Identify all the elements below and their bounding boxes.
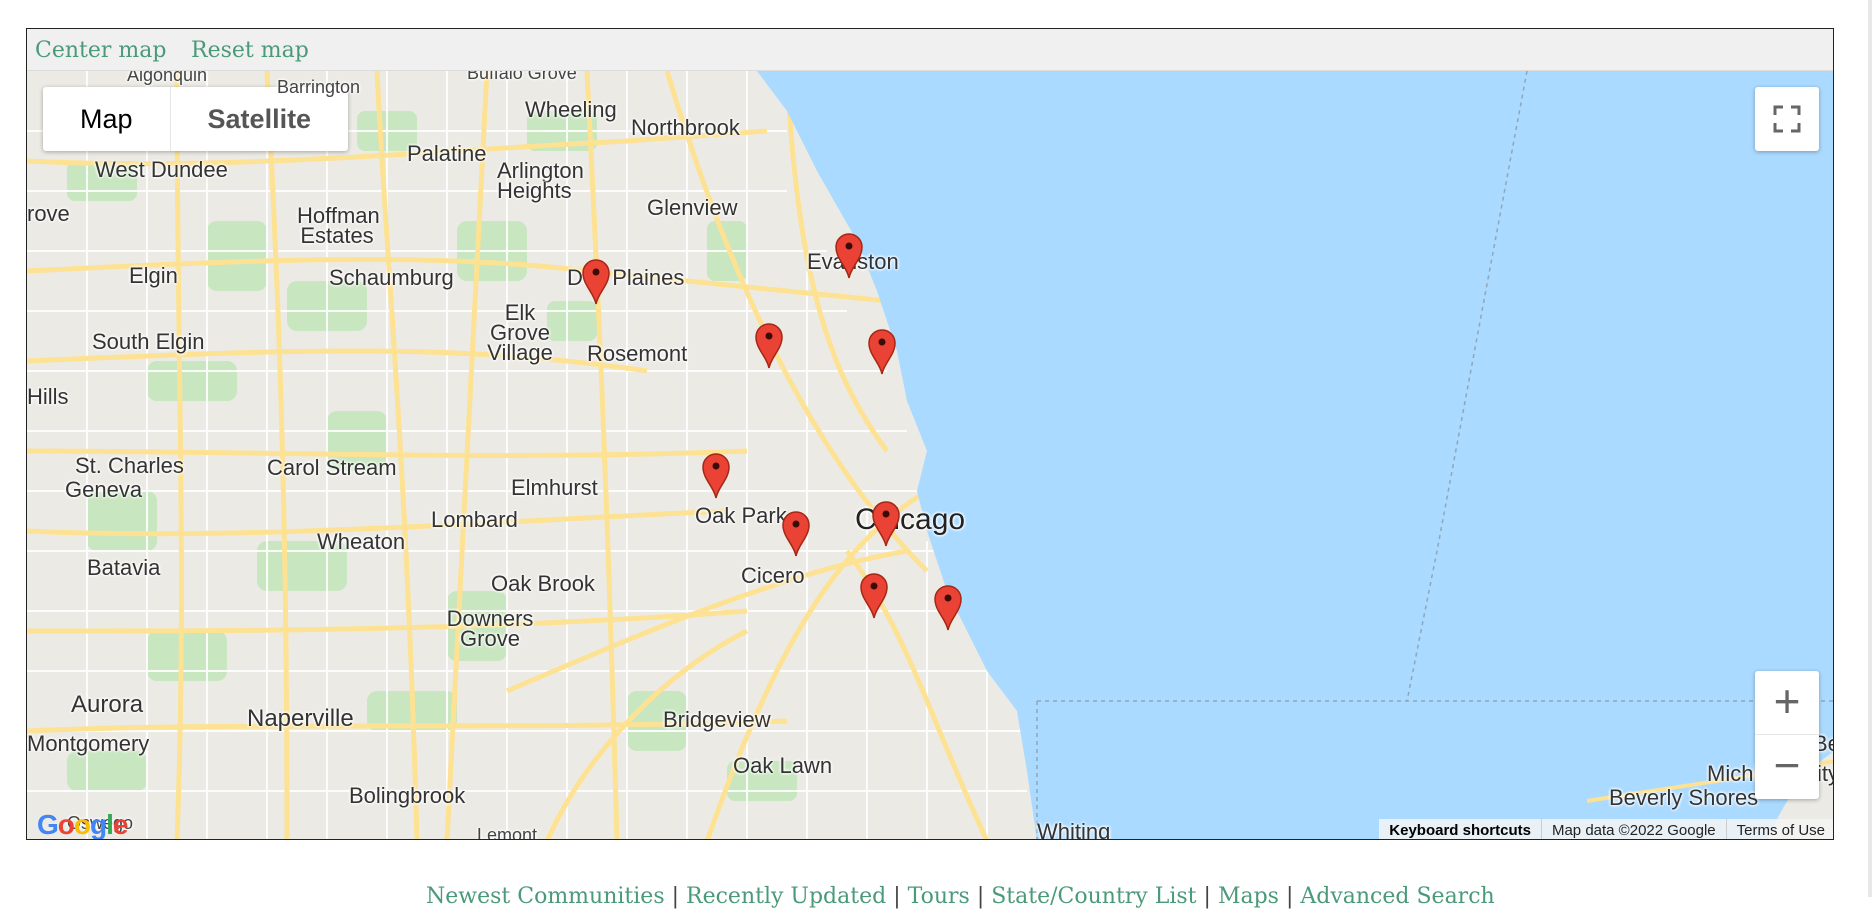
map-marker[interactable] [754, 321, 784, 369]
zoom-out-button[interactable]: − [1755, 735, 1819, 799]
map-label: South Elgin [92, 329, 205, 354]
map-label: Elgin [129, 263, 178, 288]
map-label: Barrington [277, 77, 361, 97]
map-label: Wheaton [317, 529, 406, 554]
map-data-text: Map data ©2022 Google [1540, 819, 1726, 839]
map-toolbar: Center map Reset map [27, 29, 1833, 71]
map-label: Lombard [431, 507, 518, 532]
map-label: Wheeling [525, 97, 617, 122]
map-label: Cicero [741, 563, 805, 588]
center-map-link[interactable]: Center map [35, 38, 166, 63]
map-label: rove [27, 201, 70, 226]
map-marker[interactable] [871, 499, 901, 547]
map-marker[interactable] [701, 451, 731, 499]
map-label: Whiting [1037, 819, 1111, 840]
map-label: Oak Lawn [733, 753, 833, 778]
map-marker[interactable] [867, 327, 897, 375]
map-label: Downers Grove [446, 606, 534, 651]
map-label: Arlington Heights [497, 158, 584, 203]
fullscreen-icon [1773, 105, 1801, 133]
map-label: Geneva [65, 477, 143, 502]
zoom-in-button[interactable]: + [1755, 671, 1819, 735]
map-label: Montgomery [27, 731, 150, 756]
map-marker[interactable] [933, 583, 963, 631]
map-label: Carol Stream [267, 455, 397, 480]
map-label: Buffalo Grove [467, 71, 577, 83]
map-marker[interactable] [781, 509, 811, 557]
map-button[interactable]: Map [43, 87, 171, 151]
map-label: Elk Grove Village [487, 300, 553, 365]
reset-map-link[interactable]: Reset map [191, 38, 309, 63]
map-frame: Center map Reset map Map Satellite Algon… [26, 28, 1834, 840]
map-label: Schaumburg [329, 265, 454, 290]
page-scrollbar[interactable] [1868, 0, 1872, 897]
google-logo: Google [37, 809, 128, 840]
map-canvas[interactable]: Map Satellite Algonquin Barrington Buffa… [27, 71, 1833, 840]
map-marker[interactable] [859, 571, 889, 619]
map-attribution: Keyboard shortcuts Map data ©2022 Google… [1379, 819, 1833, 839]
map-label: Hoffman Estates [297, 203, 380, 248]
map-label: Naperville [247, 705, 354, 732]
map-label: Northbrook [631, 115, 740, 140]
map-label: Aurora [71, 691, 144, 718]
fullscreen-button[interactable] [1755, 87, 1819, 151]
map-label: St. Charles [75, 453, 184, 478]
map-label: Elmhurst [511, 475, 598, 500]
map-label: Lemont [477, 825, 538, 840]
map-label: West Dundee [95, 157, 228, 182]
zoom-control: + − [1755, 671, 1819, 799]
map-label: Beverly Shores [1609, 785, 1759, 810]
terms-of-use-link[interactable]: Terms of Use [1725, 819, 1833, 839]
map-label: Palatine [407, 141, 487, 166]
map-label: Glenview [647, 195, 738, 220]
map-label: Algonquin [127, 71, 208, 85]
map-label: Oak Park [695, 503, 787, 528]
map-label: Bolingbrook [349, 783, 466, 808]
map-label: Batavia [87, 555, 161, 580]
map-label: Rosemont [587, 341, 688, 366]
map-label: Oak Brook [491, 571, 595, 596]
map-label: Bridgeview [663, 707, 771, 732]
map-marker[interactable] [834, 231, 864, 279]
map-marker[interactable] [581, 257, 611, 305]
map-label: Hills [27, 384, 69, 409]
keyboard-shortcuts-button[interactable]: Keyboard shortcuts [1379, 819, 1541, 839]
